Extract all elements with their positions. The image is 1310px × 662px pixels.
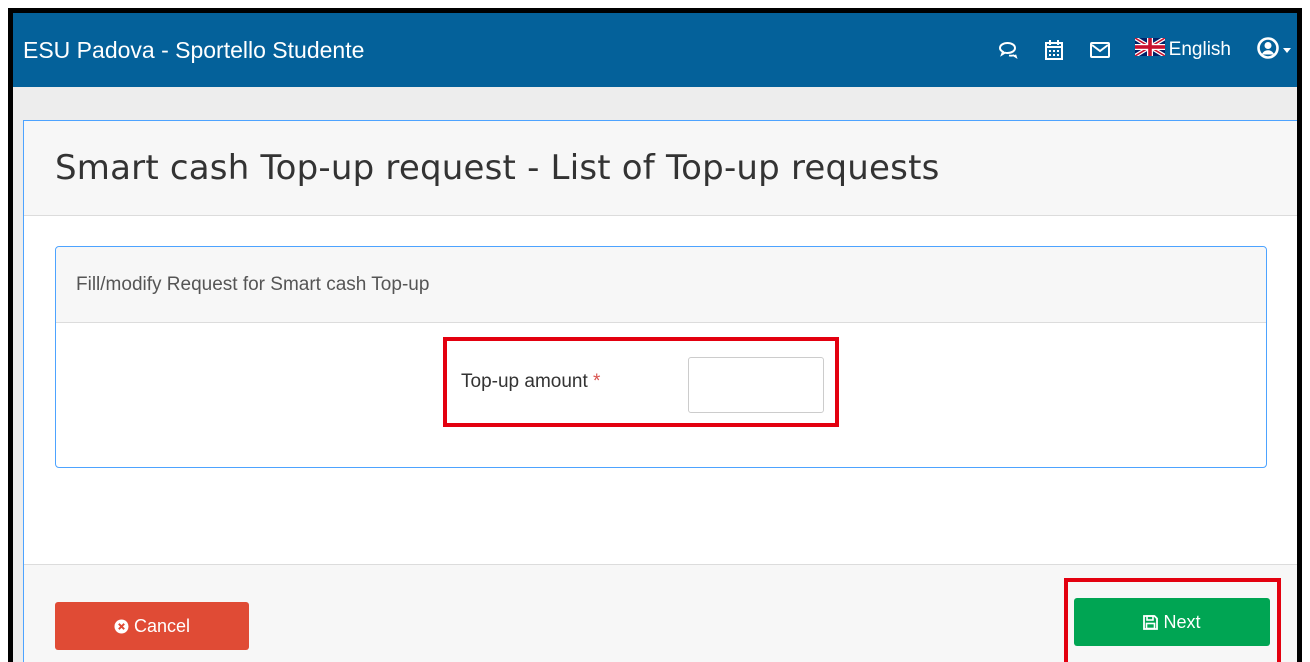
cancel-button[interactable]: Cancel [55, 602, 249, 650]
uk-flag-icon [1133, 36, 1166, 62]
request-form-panel: Fill/modify Request for Smart cash Top-u… [55, 246, 1267, 468]
cancel-button-label: Cancel [133, 615, 191, 636]
floppy-save-icon [1143, 614, 1159, 630]
chat-icon[interactable] [997, 39, 1019, 61]
card-header: Smart cash Top-up request - List of Top-… [24, 121, 1297, 216]
top-navbar: ESU Padova - Sportello Studente English [13, 13, 1297, 87]
mail-icon[interactable] [1089, 39, 1111, 61]
brand-title[interactable]: ESU Padova - Sportello Studente [23, 13, 364, 87]
topup-amount-input[interactable] [688, 357, 824, 413]
language-label: English [1168, 39, 1231, 60]
form-panel-header: Fill/modify Request for Smart cash Top-u… [56, 247, 1266, 323]
close-circle-icon [114, 619, 129, 634]
amount-label: Top-up amount * [461, 341, 600, 423]
caret-down-icon [1283, 47, 1291, 53]
topup-request-card: Smart cash Top-up request - List of Top-… [23, 120, 1297, 662]
next-button[interactable]: Next [1074, 598, 1270, 646]
amount-highlight-box: Top-up amount * [443, 337, 839, 427]
user-circle-icon [1257, 36, 1279, 64]
amount-label-text: Top-up amount [461, 371, 588, 392]
calendar-icon[interactable] [1043, 39, 1065, 61]
app-window: ESU Padova - Sportello Studente English … [13, 13, 1297, 662]
navbar-actions: English [985, 13, 1291, 87]
required-asterisk: * [593, 371, 601, 392]
card-footer: Cancel Next [24, 564, 1297, 662]
screenshot-frame: ESU Padova - Sportello Studente English … [8, 8, 1302, 662]
next-highlight-box: Next [1064, 578, 1281, 662]
language-selector[interactable]: English [1133, 36, 1231, 62]
user-menu[interactable] [1257, 36, 1291, 64]
next-button-label: Next [1163, 611, 1201, 632]
form-panel-title: Fill/modify Request for Smart cash Top-u… [76, 274, 430, 295]
page-title: Smart cash Top-up request - List of Top-… [55, 148, 940, 188]
